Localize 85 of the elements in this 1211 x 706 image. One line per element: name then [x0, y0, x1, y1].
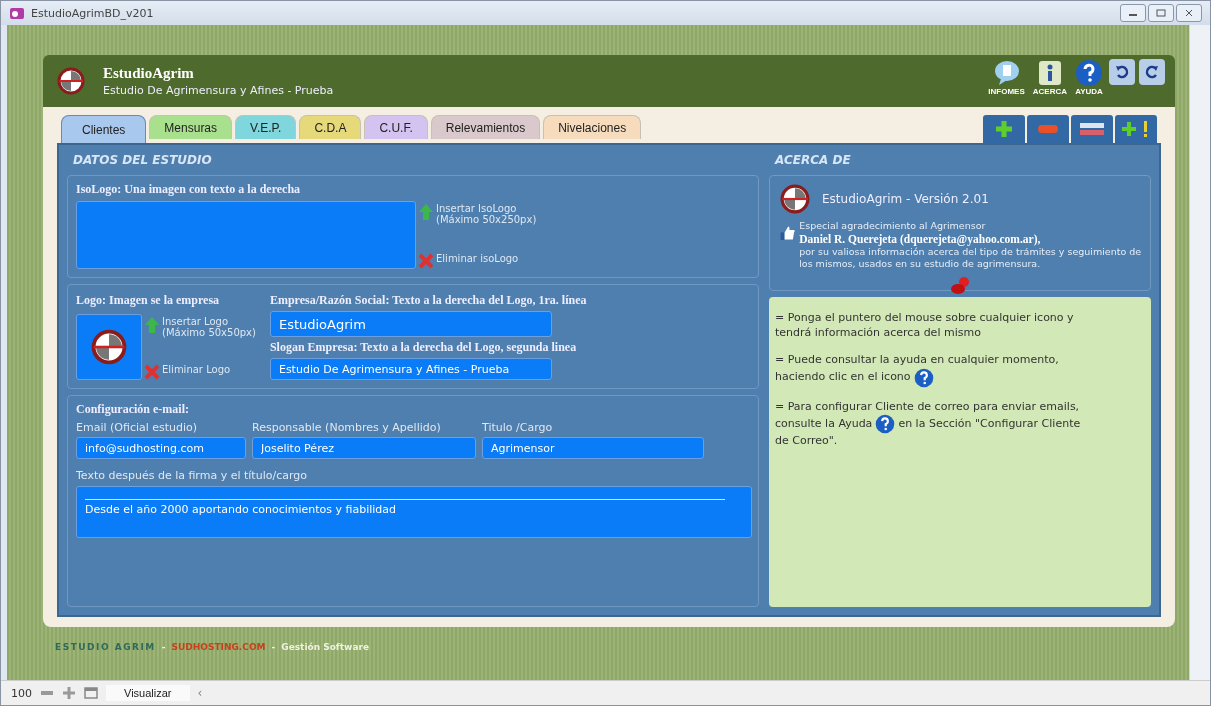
- field-label: Logo: Imagen se la empresa: [76, 293, 221, 308]
- note-text: = Ponga el puntero del mouse sobre cualquier icono y: [775, 311, 1074, 326]
- insert-link[interactable]: Insertar Logo (Máximo 50x50px): [162, 316, 256, 338]
- thanks-text: Especial agradecimiento al Agrimensor: [799, 220, 987, 232]
- scroll-left-arrow[interactable]: ‹: [197, 686, 203, 700]
- header-button[interactable]: ACERCA: [1030, 59, 1069, 96]
- window-icon[interactable]: [84, 687, 98, 699]
- field-label: Slogan Empresa: Texto a la derecha del Logo, segunda linea: [269, 340, 578, 355]
- image-field[interactable]: [76, 314, 142, 380]
- undo-icon: [1114, 64, 1130, 80]
- tab[interactable]: C.U.F.: [364, 115, 428, 139]
- version-text: EstudioAgrim - Versión 2.01: [822, 192, 989, 206]
- insert-link[interactable]: Insertar IsoLogo (Máximo 50x250px): [436, 203, 537, 225]
- tab[interactable]: Relevamientos: [430, 115, 541, 139]
- app-title: EstudioAgrim: [103, 65, 195, 82]
- note-text: en la Sección "Configurar Cliente: [898, 416, 1081, 432]
- maximize-icon: [1156, 9, 1166, 17]
- pin-icon: [950, 276, 972, 296]
- note-text: tendrá información acerca del mismo: [775, 325, 981, 341]
- thanks-name: Daniel R. Querejeta (dquerejeta@yahoo.com.ar),: [799, 231, 1042, 247]
- field-label: Responsable (Nombres y Apellido): [252, 421, 442, 434]
- footer-text: SUDHOSTING.COM: [171, 642, 266, 652]
- logo-icon: [57, 67, 85, 95]
- tab[interactable]: C.D.A: [299, 115, 362, 139]
- redo-icon: [1144, 64, 1160, 80]
- upload-icon[interactable]: [418, 203, 434, 221]
- slogan-field[interactable]: Estudio De Agrimensura y Afines - Prueba: [269, 358, 552, 380]
- text-field[interactable]: Agrimensor: [482, 437, 704, 459]
- footer-text: -: [161, 642, 166, 652]
- minimize-button[interactable]: [1120, 4, 1146, 22]
- stripes-icon: [1079, 121, 1105, 137]
- speech-bubble-icon: [992, 59, 1021, 87]
- close-icon: [1184, 9, 1194, 17]
- logo-icon: [780, 184, 810, 214]
- note-text: consulte la Ayuda: [775, 416, 873, 432]
- redo-button[interactable]: [1139, 59, 1165, 85]
- footer-text: Gestión Software: [281, 642, 370, 652]
- tab[interactable]: Mensuras: [149, 115, 233, 139]
- field-label: Texto después de la firma y el título/cargo: [76, 469, 308, 482]
- field-label: IsoLogo: Una imagen con texto a la derecha: [76, 182, 302, 197]
- app-subtitle: Estudio De Agrimensura y Afines - Prueba: [103, 84, 334, 97]
- header-button[interactable]: INFOMES: [986, 59, 1027, 96]
- header-button[interactable]: AYUDA: [1073, 59, 1105, 96]
- signature-field[interactable]: Desde el año 2000 aportando conocimientos y fiabilidad: [76, 486, 752, 538]
- help-icon[interactable]: [913, 367, 934, 388]
- minus-icon: [1037, 123, 1059, 135]
- logo-icon: [91, 329, 127, 365]
- help-icon[interactable]: [875, 414, 896, 435]
- app-icon: [9, 6, 25, 20]
- field-label: Configuración e-mail:: [76, 402, 190, 417]
- note-text: de Correo".: [775, 434, 838, 450]
- zoom-in-icon[interactable]: [62, 686, 76, 700]
- zoom-level: 100: [11, 686, 32, 700]
- view-button[interactable]: Visualizar: [106, 685, 190, 701]
- note-text: = Para configurar Cliente de correo para enviar emails,: [775, 399, 1080, 415]
- footer-text: ESTUDIO AGRIM: [55, 642, 156, 652]
- tab[interactable]: V.E.P.: [235, 115, 297, 139]
- section-heading: ACERCA DE: [773, 152, 852, 169]
- footer-text: -: [271, 642, 276, 652]
- text-field[interactable]: info@sudhosting.com: [76, 437, 246, 459]
- window-title: EstudioAgrimBD_v201: [31, 6, 154, 20]
- add-alert-button[interactable]: [1115, 115, 1157, 143]
- zoom-out-icon[interactable]: [40, 688, 54, 698]
- note-text: = Puede consultar la ayuda en cualquier momento,: [775, 352, 1059, 368]
- plus-icon: [994, 119, 1014, 139]
- upload-icon[interactable]: [144, 316, 160, 334]
- help-icon: [1075, 59, 1103, 87]
- field-label: Titulo /Cargo: [482, 421, 554, 434]
- delete-link[interactable]: Eliminar Logo: [162, 364, 231, 375]
- add-button[interactable]: [983, 115, 1025, 143]
- tab[interactable]: Nivelaciones: [543, 115, 642, 139]
- scrollbar[interactable]: [1189, 25, 1210, 680]
- section-heading: DATOS DEL ESTUDIO: [72, 152, 213, 169]
- thanks-text: por su valiosa información acerca del tipo de trámites y seguimiento de los mismos, usados en su estudio de agrimensura.: [799, 246, 1142, 270]
- delete-link[interactable]: Eliminar isoLogo: [436, 253, 519, 264]
- image-field[interactable]: [76, 201, 416, 269]
- note-text: haciendo clic en el icono: [775, 370, 911, 385]
- edit-button[interactable]: [1071, 115, 1113, 143]
- field-label: Empresa/Razón Social: Texto a la derecha del Logo, 1ra. línea: [269, 293, 587, 308]
- close-button[interactable]: [1176, 4, 1202, 22]
- text-field[interactable]: Joselito Pérez: [252, 437, 476, 459]
- undo-button[interactable]: [1109, 59, 1135, 85]
- field-label: Email (Oficial estudio): [76, 421, 199, 434]
- company-field[interactable]: EstudioAgrim: [269, 311, 552, 337]
- tab[interactable]: Clientes: [61, 115, 147, 143]
